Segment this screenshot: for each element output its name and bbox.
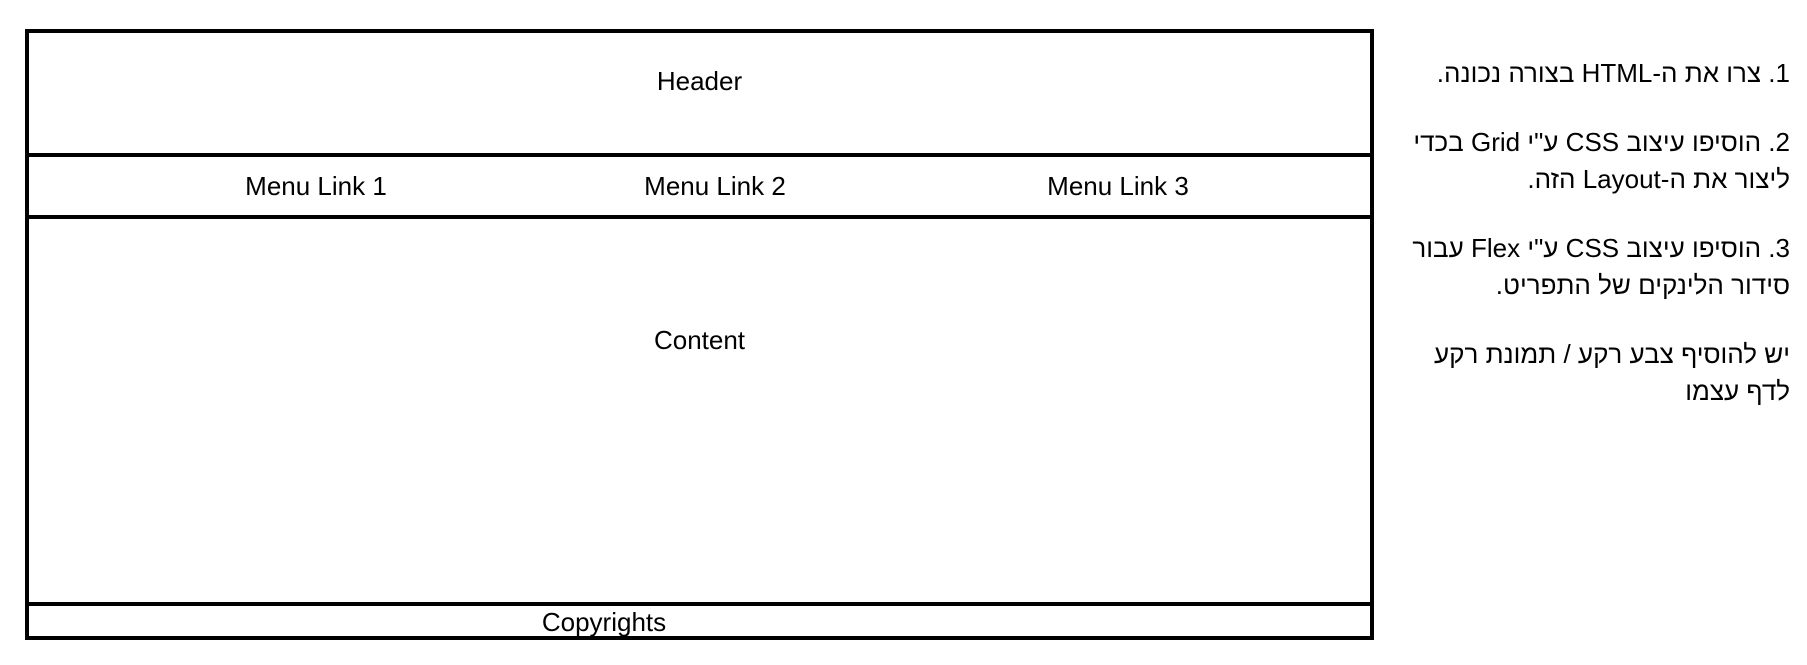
instructions-panel: 1. צרו את ה-HTML בצורה נכונה. 2. הוסיפו … [1385,55,1790,442]
layout-wireframe: Header Menu Link 1 Menu Link 2 Menu Link… [25,29,1374,640]
instruction-2: 2. הוסיפו עיצוב CSS ע"י Grid בכדי ליצור … [1413,127,1790,194]
footer-label: Copyrights [541,607,667,637]
header-divider [29,153,1370,157]
instruction-3: 3. הוסיפו עיצוב CSS ע"י Flex עבור סידור … [1412,233,1790,300]
menu-divider [29,215,1370,219]
menu-link-3: Menu Link 3 [1047,171,1189,201]
instruction-1: 1. צרו את ה-HTML בצורה נכונה. [1436,58,1790,88]
menu-link-1: Menu Link 1 [245,171,387,201]
header-label: Header [656,66,743,96]
content-label: Content [653,325,746,355]
menu-link-2: Menu Link 2 [644,171,786,201]
footer-divider [29,602,1370,606]
instruction-4: יש להוסיף צבע רקע / תמונת רקע לדף עצמו [1434,339,1790,406]
